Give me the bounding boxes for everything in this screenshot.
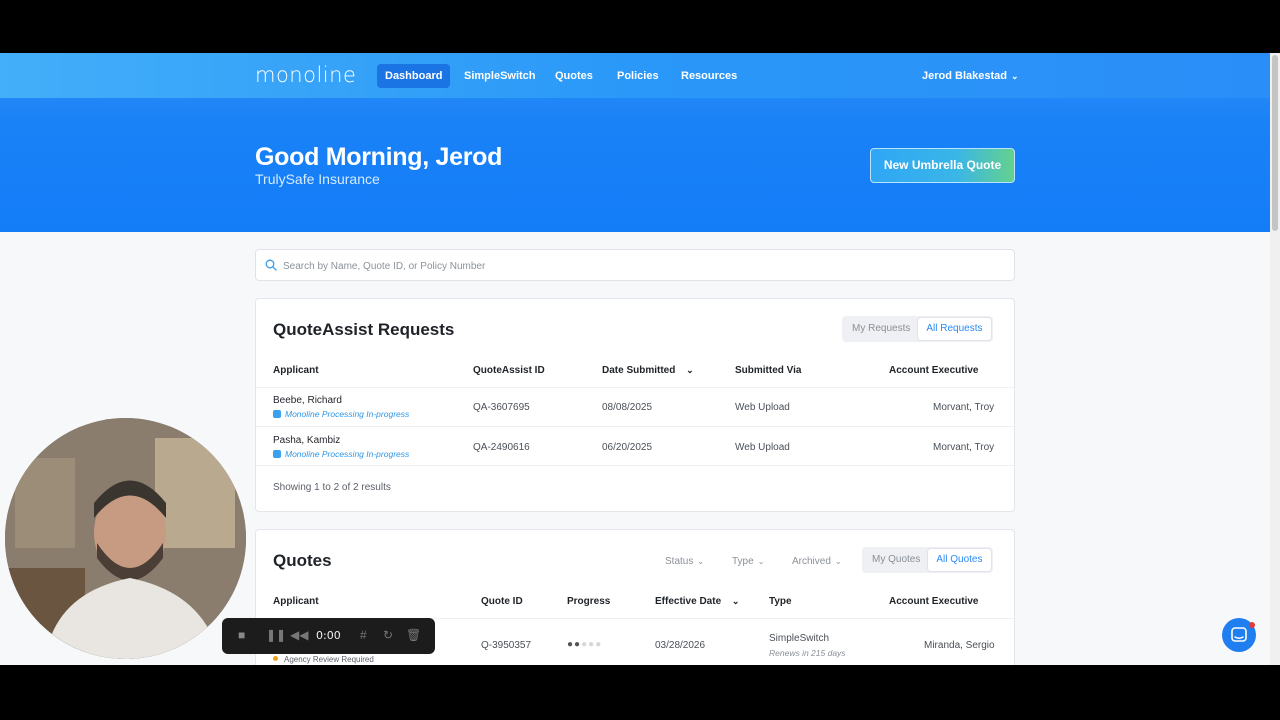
col-account-executive: Account Executive	[889, 365, 979, 376]
account-executive: Morvant, Troy	[933, 402, 995, 413]
agency-review-status: Agency Review Required	[273, 655, 374, 664]
row-divider	[256, 426, 1014, 427]
renewal-note: Renews in 215 days	[769, 648, 846, 658]
quoteassist-title: QuoteAssist Requests	[273, 320, 455, 339]
letterbox-top	[0, 0, 1280, 53]
quoteassist-id: QA-2490616	[473, 442, 530, 453]
chevron-down-icon: ⌄	[757, 557, 765, 566]
applicant-name[interactable]: Beebe, Richard	[273, 395, 342, 406]
date-submitted: 06/20/2025	[602, 442, 653, 453]
user-name: Jerod Blakestad	[922, 70, 1007, 82]
col-submitted-via: Submitted Via	[735, 365, 802, 376]
search-icon	[265, 259, 277, 271]
my-quotes-tab[interactable]: My Quotes	[864, 549, 928, 571]
quote-type: SimpleSwitch	[769, 633, 830, 644]
hero-banner: monoline Dashboard SimpleSwitch Quotes P…	[0, 53, 1270, 232]
top-navbar: monoline Dashboard SimpleSwitch Quotes P…	[0, 53, 1270, 98]
scrollbar-thumb[interactable]	[1272, 55, 1278, 231]
col-applicant: Applicant	[273, 596, 319, 607]
date-submitted: 08/08/2025	[602, 402, 653, 413]
col-quote-id: Quote ID	[481, 596, 523, 607]
progress-step-dot: ●	[595, 639, 603, 650]
status-square-icon	[273, 410, 281, 418]
restart-icon[interactable]: ↻	[383, 628, 393, 642]
app-viewport: monoline Dashboard SimpleSwitch Quotes P…	[0, 53, 1280, 665]
status-text: Monoline Processing In-progress	[285, 409, 410, 419]
chevron-down-icon: ⌄	[686, 365, 694, 375]
type-filter[interactable]: Type ⌄	[732, 556, 764, 567]
search-input[interactable]	[283, 256, 983, 276]
presenter-video	[5, 418, 246, 659]
status-text: Monoline Processing In-progress	[285, 449, 410, 459]
requests-toggle: My Requests All Requests	[842, 316, 993, 342]
col-date-submitted-label: Date Submitted	[602, 365, 676, 376]
chevron-down-icon: ⌄	[731, 596, 740, 606]
webcam-overlay	[5, 418, 246, 659]
col-type: Type	[769, 596, 792, 607]
nav-dashboard[interactable]: Dashboard	[377, 64, 451, 88]
search-bar[interactable]	[255, 249, 1015, 281]
col-effective-date[interactable]: Effective Date ⌄	[655, 596, 739, 607]
col-progress: Progress	[567, 596, 611, 607]
chevron-down-icon: ⌄	[834, 557, 842, 566]
grid-icon[interactable]: #	[360, 628, 367, 642]
quoteassist-id: QA-3607695	[473, 402, 530, 413]
status-square-icon	[273, 450, 281, 458]
all-quotes-tab[interactable]: All Quotes	[928, 549, 991, 571]
all-requests-tab[interactable]: All Requests	[918, 318, 991, 340]
new-umbrella-quote-button[interactable]: New Umbrella Quote	[870, 148, 1015, 183]
processing-status: Monoline Processing In-progress	[273, 449, 409, 459]
col-effective-date-label: Effective Date	[655, 596, 722, 607]
my-requests-tab[interactable]: My Requests	[844, 318, 918, 340]
stop-icon[interactable]: ■	[238, 628, 245, 642]
quote-id: Q-3950357	[481, 640, 532, 651]
account-executive: Miranda, Sergio	[924, 640, 995, 651]
quotes-toggle: My Quotes All Quotes	[862, 547, 993, 573]
type-filter-label: Type	[732, 556, 754, 567]
agency-name: TrulySafe Insurance	[255, 171, 380, 187]
header-divider	[256, 387, 1014, 388]
nav-policies[interactable]: Policies	[609, 64, 667, 88]
chevron-down-icon: ⌄	[1010, 71, 1019, 81]
submitted-via: Web Upload	[735, 402, 790, 413]
quoteassist-card: QuoteAssist Requests My Requests All Req…	[255, 298, 1015, 512]
trash-icon[interactable]: 🗑	[406, 628, 421, 642]
notification-badge	[1249, 622, 1255, 628]
quotes-title: Quotes	[273, 551, 332, 570]
monoline-logo[interactable]: monoline	[255, 63, 356, 87]
row-divider	[256, 465, 1014, 466]
chat-launcher-button[interactable]	[1222, 618, 1256, 652]
progress-steps: ●●●●●	[567, 639, 602, 650]
col-applicant: Applicant	[273, 365, 319, 376]
status-filter[interactable]: Status ⌄	[665, 556, 704, 567]
progress-step-dot: ●	[567, 639, 575, 650]
agency-review-text: Agency Review Required	[284, 655, 374, 664]
account-executive: Morvant, Troy	[933, 442, 995, 453]
page-scrollbar[interactable]	[1270, 53, 1280, 665]
letterbox-bottom	[0, 665, 1280, 720]
chevron-down-icon: ⌄	[697, 557, 705, 566]
status-filter-label: Status	[665, 556, 694, 567]
archived-filter[interactable]: Archived ⌄	[792, 556, 842, 567]
results-count: Showing 1 to 2 of 2 results	[273, 482, 391, 493]
submitted-via: Web Upload	[735, 442, 790, 453]
warning-dot-icon	[273, 656, 278, 661]
applicant-name[interactable]: Pasha, Kambiz	[273, 435, 340, 446]
col-date-submitted[interactable]: Date Submitted ⌄	[602, 365, 694, 376]
col-account-executive: Account Executive	[889, 596, 979, 607]
user-menu[interactable]: Jerod Blakestad ⌄	[922, 70, 1019, 82]
nav-resources[interactable]: Resources	[673, 64, 745, 88]
col-quoteassist-id: QuoteAssist ID	[473, 365, 545, 376]
pause-icon[interactable]: ❚❚	[266, 628, 286, 642]
greeting-heading: Good Morning, Jerod	[255, 143, 503, 171]
recording-toolbar: ■ ❚❚ ◀◀ 0:00 # ↻ 🗑	[222, 618, 435, 654]
archived-filter-label: Archived	[792, 556, 831, 567]
rewind-icon[interactable]: ◀◀	[290, 628, 308, 642]
processing-status: Monoline Processing In-progress	[273, 409, 409, 419]
nav-simpleswitch[interactable]: SimpleSwitch	[456, 64, 544, 88]
effective-date: 03/28/2026	[655, 640, 706, 651]
nav-quotes[interactable]: Quotes	[547, 64, 601, 88]
recording-time: 0:00	[316, 629, 341, 642]
